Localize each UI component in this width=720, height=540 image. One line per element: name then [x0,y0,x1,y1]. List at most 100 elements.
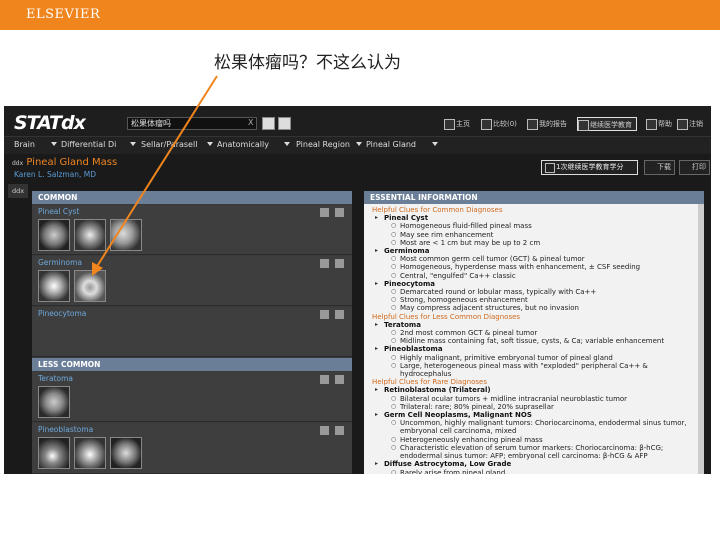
nav-anatomically[interactable]: Anatomically [217,140,269,149]
list-item[interactable]: Pineal Cyst [32,205,352,255]
clue-heading: Helpful Clues for Common Diagnoses [372,206,503,214]
breadcrumb-nav: Brain Differential Di Sellar/Parasell An… [4,136,711,154]
essential-information-panel: ESSENTIAL INFORMATION Helpful Clues for … [364,191,704,474]
essential-information-header: ESSENTIAL INFORMATION [364,191,704,204]
mri-thumbnail[interactable] [110,219,142,251]
mri-thumbnail[interactable] [110,437,142,469]
chevron-down-icon[interactable] [51,142,57,146]
clue-item: embryonal cell carcinoma, mixed [400,427,517,436]
list-item[interactable]: Teratoma [32,372,352,422]
nav-pineal-region[interactable]: Pineal Region [296,140,350,149]
scrollbar[interactable] [698,204,704,474]
zoom-icon[interactable] [335,310,344,319]
clue-item: Most common germ cell tumor (GCT) & pine… [364,255,704,263]
mri-thumbnail[interactable] [74,270,106,302]
diagnosis-heading: Germinoma [364,247,704,255]
chevron-down-icon[interactable] [130,142,136,146]
clue-item: hydrocephalus [400,370,452,379]
row-tools [320,426,346,436]
clue-item: Heterogeneously enhancing pineal mass [364,436,704,444]
image-icon[interactable] [278,117,291,130]
edit-icon[interactable] [320,310,329,319]
clue-item: Rarely arise from pineal gland [364,469,704,475]
nav-differential[interactable]: Differential Di [61,140,116,149]
mri-thumbnail[interactable] [74,219,106,251]
app-header: STATdx 松果体瘤吗 X 主页 比较(0) 我的报告 继续医学教育 帮助 注… [4,106,711,136]
dx-name-pineal-cyst[interactable]: Pineal Cyst [38,207,79,216]
diagnosis-heading: Pineal Cyst [364,214,704,222]
app-screenshot: STATdx 松果体瘤吗 X 主页 比较(0) 我的报告 继续医学教育 帮助 注… [4,106,711,474]
common-header: COMMON [32,191,352,204]
nav-brain[interactable]: Brain [14,140,35,149]
diagnosis-heading: Pineoblastoma [364,345,704,353]
clue-heading: Helpful Clues for Less Common Diagnoses [372,312,521,321]
dx-name-germinoma[interactable]: Germinoma [38,258,82,267]
cme-button[interactable]: 继续医学教育 [577,117,637,131]
clue-item: May see rim enhancement [364,231,704,239]
page-title: ddx Pineal Gland Mass [12,157,117,168]
clue-item: Characteristic elevation of serum tumor … [364,444,704,452]
edit-icon[interactable] [320,426,329,435]
diagnosis-list-panel: COMMON Pineal Cyst Germinoma Pineocytoma… [32,191,352,474]
document-icon[interactable] [262,117,275,130]
compare-button[interactable]: 比较(0) [481,117,517,131]
essential-information-body: Helpful Clues for Common DiagnosesPineal… [364,206,704,474]
less-common-header: LESS COMMON [32,358,352,371]
list-item[interactable]: Pineocytoma [32,307,352,357]
clue-item: Central, "engulfed" Ca++ classic [364,272,704,280]
row-tools [320,375,346,385]
mri-thumbnail[interactable] [74,437,106,469]
nav-sellar[interactable]: Sellar/Parasell [141,140,197,149]
page-title-text: Pineal Gland Mass [26,157,118,168]
clue-item: Midline mass containing fat, soft tissue… [364,337,704,345]
top-bar: ELSEVIER [0,0,720,30]
edit-icon[interactable] [320,259,329,268]
dx-name-pineoblastoma[interactable]: Pineoblastoma [38,425,93,434]
brand-logo: ELSEVIER [26,7,101,22]
my-reports-button[interactable]: 我的报告 [527,117,567,131]
clear-search-icon[interactable]: X [248,118,253,127]
mri-thumbnail[interactable] [38,386,70,418]
search-input[interactable]: 松果体瘤吗 [127,117,257,130]
chevron-down-icon[interactable] [284,142,290,146]
zoom-icon[interactable] [335,208,344,217]
cme-credit-button[interactable]: 1次继续医学教育学分 [541,160,638,175]
chevron-down-icon[interactable] [207,142,213,146]
diagnosis-heading: Diffuse Astrocytoma, Low Grade [364,460,704,468]
edit-icon[interactable] [320,208,329,217]
clue-heading: Helpful Clues for Rare Diagnoses [372,378,487,387]
dx-name-pineocytoma[interactable]: Pineocytoma [38,309,86,318]
help-button[interactable]: 帮助 [646,117,672,131]
row-tools [320,208,346,218]
home-button[interactable]: 主页 [444,117,470,131]
zoom-icon[interactable] [335,259,344,268]
dx-name-teratoma[interactable]: Teratoma [38,374,73,383]
slide: ELSEVIER 松果体瘤吗？不这么认为 STATdx 松果体瘤吗 X 主页 比… [0,0,720,540]
clue-item: Trilateral: rare; 80% pineal, 20% supras… [364,403,704,411]
clue-item: Most are < 1 cm but may be up to 2 cm [364,239,704,247]
nav-pineal-gland[interactable]: Pineal Gland [366,140,416,149]
list-item[interactable]: Germinoma [32,256,352,306]
list-item[interactable]: Pineoblastoma [32,423,352,474]
diagnosis-heading: Retinoblastoma (Trilateral) [364,386,704,394]
download-button[interactable]: 下载 [644,160,675,175]
zoom-icon[interactable] [335,426,344,435]
mri-thumbnail[interactable] [38,270,70,302]
zoom-icon[interactable] [335,375,344,384]
diagnosis-heading: Teratoma [364,321,704,329]
edit-icon[interactable] [320,375,329,384]
chevron-down-icon[interactable] [356,142,362,146]
clue-item: Homogeneous fluid-filled pineal mass [364,222,704,230]
mri-thumbnail[interactable] [38,437,70,469]
author-link[interactable]: Karen L. Salzman, MD [14,170,96,179]
statdx-logo: STATdx [14,112,86,134]
mri-thumbnail[interactable] [38,219,70,251]
print-button[interactable]: 打印 [679,160,710,175]
clue-item: 2nd most common GCT & pineal tumor [364,329,704,337]
logout-button[interactable]: 注销 [677,117,703,131]
side-tab-ddx[interactable]: ddx [8,184,28,198]
diagnosis-heading: Germ Cell Neoplasms, Malignant NOS [364,411,704,419]
title-row: ddx Pineal Gland Mass Karen L. Salzman, … [4,154,711,184]
chevron-down-icon[interactable] [432,142,438,146]
ddx-prefix: ddx [12,160,24,167]
